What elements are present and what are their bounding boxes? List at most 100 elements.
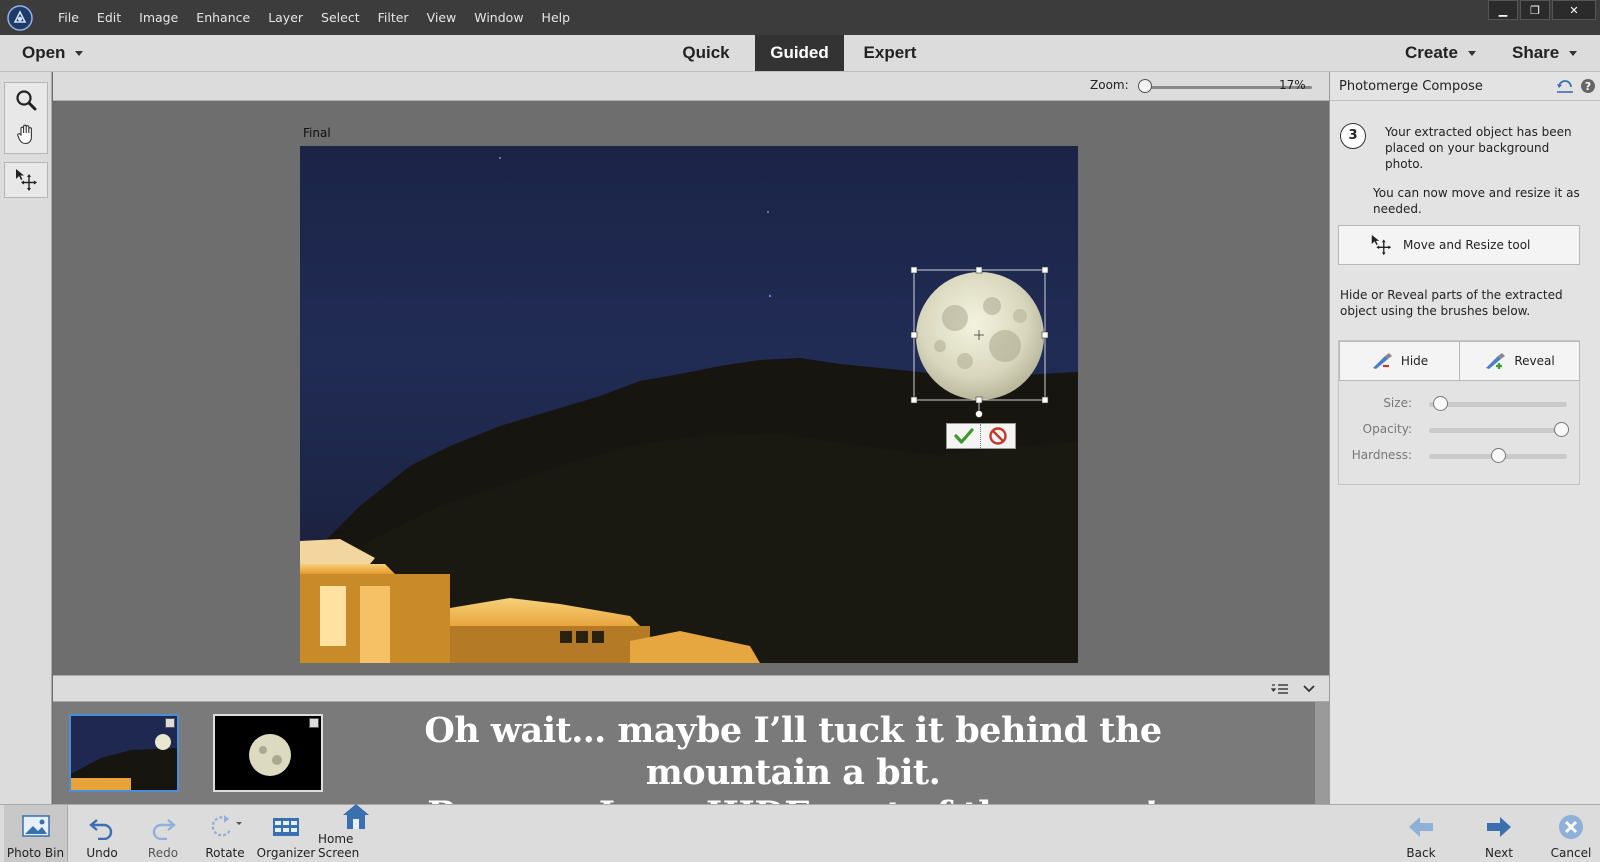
minimize-button[interactable]: ▁ (1488, 0, 1518, 20)
menu-enhance[interactable]: Enhance (187, 0, 259, 35)
hardness-slider-thumb[interactable] (1490, 448, 1506, 463)
photo-bin-button[interactable]: Photo Bin (4, 805, 68, 862)
share-dropdown-icon (1569, 51, 1578, 57)
thumbnail-badge-icon (165, 718, 175, 728)
guided-panel: Photomerge Compose ? 3 Your extracted ob… (1329, 72, 1600, 804)
hide-label: Hide (1400, 354, 1429, 368)
hide-brush-icon (1371, 352, 1393, 370)
caption-line-1: Oh wait… maybe I’ll tuck it behind the m… (424, 710, 1162, 793)
hand-tool[interactable] (5, 117, 47, 151)
photo-bin-header (53, 675, 1329, 702)
menu-filter[interactable]: Filter (369, 0, 418, 35)
menu-file[interactable]: File (49, 0, 88, 35)
restore-button[interactable]: ❐ (1520, 0, 1550, 20)
reveal-brush-button[interactable]: Reveal (1459, 341, 1580, 381)
help-icon[interactable]: ? (1580, 78, 1596, 98)
reveal-brush-icon (1484, 352, 1506, 370)
bin-scrollbar[interactable] (1315, 702, 1329, 804)
hide-reveal-instruction: Hide or Reveal parts of the extracted ob… (1340, 288, 1563, 318)
hide-brush-button[interactable]: Hide (1339, 341, 1460, 381)
opacity-slider-thumb[interactable] (1554, 422, 1569, 437)
rotate-label: Rotate (205, 846, 245, 860)
cancel-label: Cancel (1550, 846, 1592, 860)
brush-options: Hide Reveal Size: Opacity: Hardness: (1338, 340, 1580, 485)
menu-window[interactable]: Window (465, 0, 532, 35)
checkmark-icon (953, 428, 974, 444)
zoom-value: 17% (1279, 78, 1306, 92)
tab-expert[interactable]: Expert (850, 35, 930, 71)
menu-view[interactable]: View (418, 0, 466, 35)
close-window-button[interactable]: ✕ (1552, 0, 1596, 20)
cancel-transform-button[interactable] (981, 424, 1015, 448)
hardness-label: Hardness: (1351, 448, 1412, 462)
create-button[interactable]: Create (1405, 35, 1495, 71)
organizer-icon (271, 810, 301, 844)
size-slider-thumb[interactable] (1433, 396, 1449, 411)
home-screen-label: Home Screen (318, 832, 360, 860)
menu-image[interactable]: Image (130, 0, 187, 35)
zoom-tool[interactable] (5, 83, 47, 117)
menu-help[interactable]: Help (533, 0, 580, 35)
next-button[interactable]: Next (1474, 805, 1524, 862)
bottom-taskbar: Photo Bin Undo Redo Rotate Organizer Hom… (0, 804, 1600, 862)
photo-canvas[interactable] (300, 146, 1078, 663)
create-dropdown-icon (1467, 51, 1476, 57)
rotate-icon (207, 810, 243, 844)
commit-button[interactable] (947, 424, 981, 448)
canvas-title: Final (303, 126, 331, 140)
share-button[interactable]: Share (1512, 35, 1596, 71)
zoom-slider-thumb[interactable] (1138, 79, 1152, 93)
reset-panel-icon[interactable] (1556, 78, 1574, 98)
rotate-button[interactable]: Rotate (199, 805, 251, 862)
undo-button[interactable]: Undo (76, 805, 128, 862)
opacity-slider-row: Opacity: (1339, 419, 1579, 439)
size-label: Size: (1383, 396, 1412, 410)
size-slider-track[interactable] (1429, 402, 1567, 407)
tab-guided[interactable]: Guided (755, 35, 844, 71)
menu-select[interactable]: Select (312, 0, 369, 35)
open-dropdown-icon[interactable] (75, 51, 84, 57)
thumbnail-moon (215, 716, 321, 790)
back-button[interactable]: Back (1396, 805, 1446, 862)
cancel-x-icon (1557, 810, 1585, 844)
bin-collapse-icon[interactable] (1302, 681, 1316, 700)
move-icon (16, 169, 37, 191)
next-label: Next (1485, 846, 1513, 860)
undo-label: Undo (86, 846, 118, 860)
redo-icon (149, 810, 177, 844)
redo-button[interactable]: Redo (137, 805, 189, 862)
cancel-button[interactable]: Cancel (1545, 805, 1597, 862)
app-logo-icon[interactable] (5, 3, 35, 33)
back-arrow-icon (1407, 810, 1435, 844)
open-label: Open (22, 43, 66, 62)
step-instruction: Your extracted object has been placed on… (1385, 125, 1572, 171)
hand-icon (17, 124, 32, 145)
move-tool[interactable] (5, 163, 47, 197)
menu-edit[interactable]: Edit (88, 0, 130, 35)
opacity-slider-track[interactable] (1429, 428, 1567, 433)
tools-panel (0, 72, 52, 804)
create-label: Create (1405, 43, 1458, 62)
step-instruction-2: You can now move and resize it as needed… (1373, 186, 1580, 216)
menu-layer[interactable]: Layer (259, 0, 312, 35)
view-tools-group (4, 82, 48, 154)
panel-title: Photomerge Compose (1339, 78, 1483, 94)
size-slider-row: Size: (1339, 393, 1579, 413)
home-screen-button[interactable]: Home Screen (318, 802, 394, 862)
zoom-label: Zoom: (1090, 78, 1129, 92)
tab-quick[interactable]: Quick (665, 35, 747, 71)
redo-label: Redo (147, 846, 179, 860)
commit-cancel-bar (946, 423, 1016, 449)
svg-text:?: ? (1585, 80, 1591, 93)
move-resize-tool-button[interactable]: Move and Resize tool (1338, 225, 1580, 265)
no-entry-icon (989, 427, 1007, 445)
organizer-button[interactable]: Organizer (257, 805, 315, 862)
magnifier-icon (16, 90, 37, 111)
bin-options-icon[interactable] (1270, 681, 1289, 700)
move-resize-icon (1369, 233, 1393, 257)
open-button[interactable]: Open (22, 35, 102, 71)
thumbnail-moon-photo[interactable] (213, 714, 323, 792)
move-resize-label: Move and Resize tool (1403, 238, 1531, 252)
home-icon (341, 802, 371, 830)
thumbnail-background-photo[interactable] (69, 714, 179, 792)
